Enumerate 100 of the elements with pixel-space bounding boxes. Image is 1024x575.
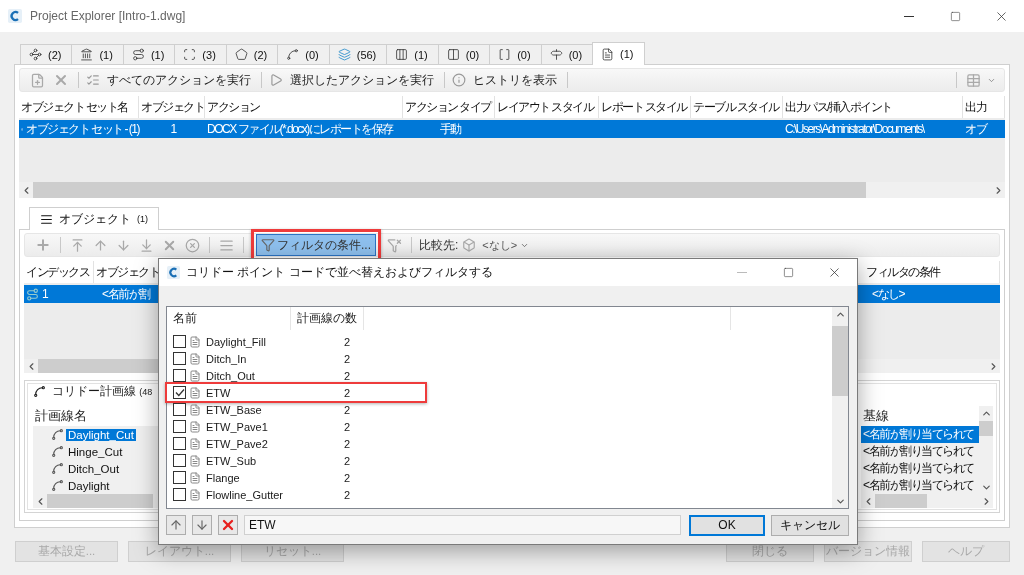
category-tab[interactable]: (2) (20, 44, 73, 65)
checkbox[interactable] (173, 437, 186, 450)
code-count: 2 (342, 454, 351, 467)
run-list-icon (86, 73, 100, 87)
curve-icon (286, 48, 300, 61)
table-cell: 手動 (439, 120, 461, 138)
list-row[interactable]: ETW_Base 2 (167, 401, 429, 418)
move-down-button[interactable] (192, 515, 212, 535)
column-header[interactable]: 名前 (167, 307, 291, 330)
checkbox[interactable] (173, 471, 186, 484)
move-up-button[interactable] (166, 515, 186, 535)
curve-icon (51, 445, 64, 458)
checkbox[interactable] (173, 386, 186, 399)
objects-tab[interactable]: オブジェクト (1) (29, 207, 159, 230)
toolbar-action[interactable]: すべてのアクションを実行 (104, 69, 254, 91)
checkbox[interactable] (173, 369, 186, 382)
list-item[interactable]: <名前が割り当てられて (861, 443, 979, 460)
checkbox[interactable] (173, 403, 186, 416)
list-item[interactable]: Daylight (66, 479, 112, 492)
ok-button[interactable]: OK (689, 514, 765, 536)
list-row[interactable]: ETW_Pave2 2 (167, 435, 429, 452)
code-name: ETW_Pave1 (206, 420, 268, 433)
columned-building-icon (80, 48, 94, 61)
table-cell: 1 (170, 122, 176, 136)
object-set-row[interactable]: オブジェクト セット - (1) 1 DOCX ファイル(*.docx)にレポートを保存 手動 C:\Users\Administrator\Documents\ オブ (19, 120, 1005, 138)
list-item[interactable]: Daylight_Cut (66, 428, 136, 441)
table-cell: C:\Users\Administrator\Documents\ (785, 122, 924, 136)
delete-button[interactable] (218, 515, 238, 535)
column-header[interactable]: レイアウト スタイル (495, 96, 599, 118)
column-header[interactable]: アクション タイプ (403, 96, 495, 118)
arrow-up-icon (169, 518, 183, 532)
list-row[interactable]: Daylight_Fill 2 (167, 333, 429, 350)
column-header[interactable]: フィルタの条件 (864, 261, 1000, 283)
move-up-icon (93, 237, 108, 253)
list-row[interactable]: Flange 2 (167, 469, 429, 486)
code-name: ETW_Sub (206, 454, 257, 467)
code-name: ETW (206, 386, 231, 399)
checkbox[interactable] (173, 420, 186, 433)
code-count: 2 (342, 437, 351, 450)
column-header[interactable]: 計画線の数 (291, 307, 364, 330)
app-logo-icon (167, 266, 180, 279)
scrollbar-thumb[interactable] (875, 494, 927, 508)
list-item[interactable]: <名前が割り当てられて (861, 460, 979, 477)
list-row[interactable]: ETW_Pave1 2 (167, 418, 429, 435)
column-header[interactable]: 基線 (861, 406, 979, 426)
list-item[interactable]: Ditch_Out (66, 462, 122, 475)
waypoints-icon (29, 48, 42, 61)
code-count: 2 (342, 420, 351, 433)
code-name: ETW_Pave2 (206, 437, 268, 450)
dialog-title: コリドー ポイント コードで並べ替えおよびフィルタする (186, 264, 494, 281)
scrollbar-thumb[interactable] (33, 182, 867, 198)
list-icon (219, 237, 234, 253)
code-name: Ditch_In (206, 352, 247, 365)
column-header[interactable]: アクション (205, 96, 403, 118)
route-icon (131, 48, 145, 61)
code-count: 2 (342, 471, 351, 484)
route-icon (26, 287, 39, 301)
list-row[interactable]: Flowline_Gutter 2 (167, 486, 429, 503)
toolbar-action[interactable]: 選択したアクションを実行 (287, 69, 437, 91)
checkbox[interactable] (173, 488, 186, 501)
scrollbar-thumb[interactable] (832, 326, 848, 396)
list-item[interactable]: <名前が割り当てられて (861, 477, 979, 494)
column-header[interactable]: 出力パス/挿入ポイント (783, 96, 963, 118)
scrollbar-thumb[interactable] (47, 494, 153, 508)
horizontal-scrollbar[interactable] (19, 182, 1005, 198)
move-bottom-icon (139, 237, 154, 253)
highlighted-list-row[interactable]: ETW 2 (165, 382, 427, 403)
list-row[interactable]: Ditch_Out 2 (167, 367, 429, 384)
app-logo-icon (8, 9, 22, 23)
code-count: 2 (342, 403, 351, 416)
toolbar-action[interactable]: ヒストリを表示 (470, 69, 560, 91)
checkbox[interactable] (173, 352, 186, 365)
list-row[interactable]: Ditch_In 2 (167, 350, 429, 367)
list-item[interactable]: Hinge_Cut (66, 445, 125, 458)
category-tab[interactable]: (1) (592, 42, 645, 65)
code-count: 2 (342, 386, 351, 399)
filter-button[interactable]: フィルタの条件... (256, 234, 376, 256)
panel-title: コリドー計画線 (48 (52, 383, 153, 399)
compare-dropdown[interactable]: <なし> (480, 237, 532, 253)
list-item[interactable]: <名前が割り当てられて (861, 426, 979, 443)
scrollbar-thumb[interactable] (979, 420, 993, 436)
cancel-button[interactable]: キャンセル (771, 514, 849, 536)
column-header[interactable]: レポート スタイル (599, 96, 691, 118)
checkbox[interactable] (173, 335, 186, 348)
brackets-icon (498, 48, 512, 61)
filter-field[interactable]: ETW (244, 515, 681, 535)
vertical-scrollbar[interactable] (832, 307, 848, 508)
checkbox[interactable] (173, 454, 186, 467)
column-header[interactable]: 出力 (963, 96, 1005, 118)
table-cell: DOCX ファイル(*.docx)にレポートを保存 (207, 120, 393, 138)
clear-filter-icon (387, 237, 402, 253)
column-header[interactable]: インデックス (24, 261, 94, 283)
table-layout-icon (966, 72, 981, 88)
list-row[interactable]: ETW_Sub 2 (167, 452, 429, 469)
minimize-icon (904, 15, 914, 17)
column-header[interactable]: オブジェクト (139, 96, 205, 118)
move-down-icon (116, 237, 131, 253)
table-cell: 1 (42, 287, 48, 301)
column-header[interactable]: オブジェクト セット名 (19, 96, 139, 118)
column-header[interactable]: テーブル スタイル (691, 96, 783, 118)
